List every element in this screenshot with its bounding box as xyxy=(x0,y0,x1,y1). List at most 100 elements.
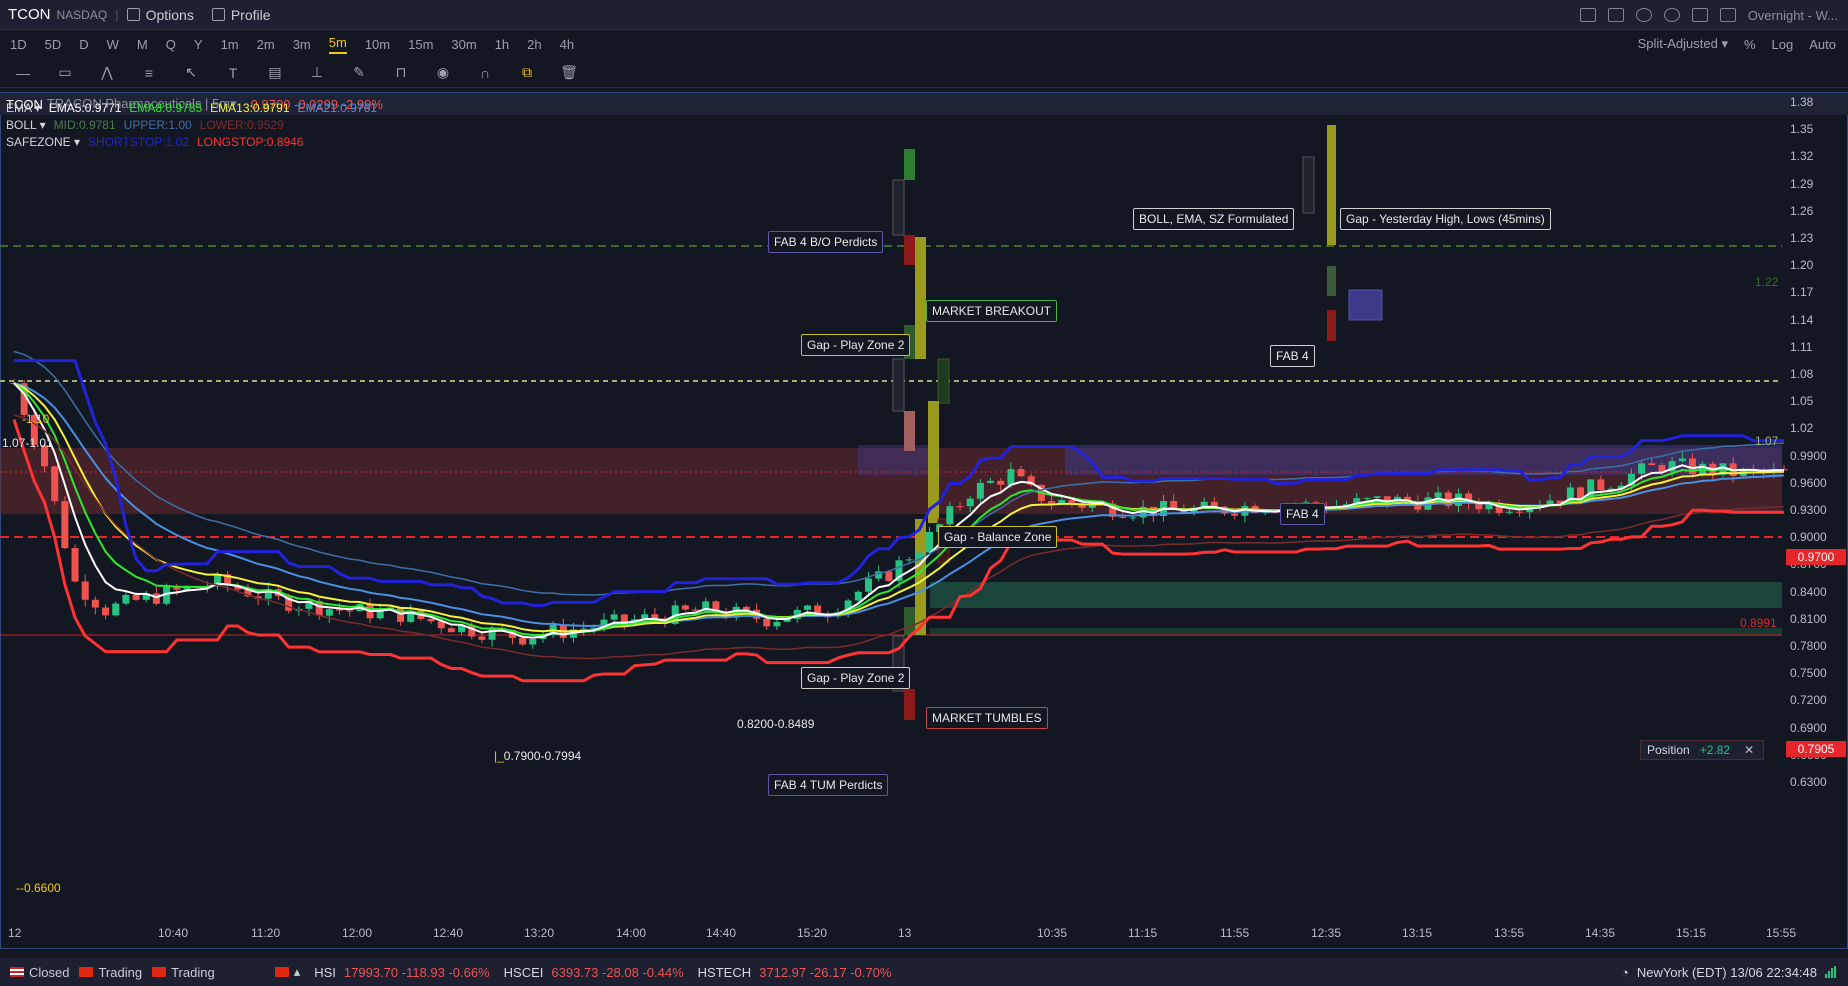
pattern-tool-icon[interactable]: ⋀ xyxy=(96,64,118,81)
interval-1m[interactable]: 1m xyxy=(221,37,239,52)
interval-4h[interactable]: 4h xyxy=(560,37,574,52)
session-selector[interactable]: Overnight - W... xyxy=(1748,8,1838,23)
index-hsi[interactable]: HSI 17993.70 -118.93 -0.66% xyxy=(314,965,489,980)
magnet-icon[interactable]: ∩ xyxy=(474,65,496,81)
hk-flag-icon xyxy=(79,967,94,977)
indicator-name-ema[interactable]: EMA ▾ xyxy=(6,101,41,115)
screenshot-icon[interactable] xyxy=(1579,8,1596,22)
market-hk[interactable]: Trading xyxy=(79,965,142,980)
interval-5m[interactable]: 5m xyxy=(328,35,347,54)
candle-body xyxy=(610,614,618,620)
indicator-name-boll[interactable]: BOLL ▾ xyxy=(6,118,46,132)
cursor-tool-icon[interactable]: ↖ xyxy=(180,64,202,81)
market-us[interactable]: Closed xyxy=(10,965,69,980)
annotation-gap-balance-zone[interactable]: Gap - Balance Zone xyxy=(938,526,1058,548)
lock-icon[interactable]: ⊓ xyxy=(390,64,412,81)
price-chart[interactable] xyxy=(0,115,1848,949)
interval-2m[interactable]: 2m xyxy=(257,37,275,52)
close-icon[interactable]: ✕ xyxy=(1744,743,1754,757)
draw-icon[interactable] xyxy=(1607,8,1624,22)
annotation-gap-play-zone-bottom[interactable]: Gap - Play Zone 2 xyxy=(801,667,911,689)
candle-body xyxy=(1678,458,1686,462)
pencil-icon[interactable]: ✎ xyxy=(348,64,370,81)
price-tick: 0.6900 xyxy=(1790,720,1827,735)
annotation-market-tumbles[interactable]: MARKET TUMBLES xyxy=(926,707,1048,729)
indicator-name-safezone[interactable]: SAFEZONE ▾ xyxy=(6,135,80,149)
annotation-fab4-tum[interactable]: FAB 4 TUM Perdicts xyxy=(768,774,889,796)
trash-icon[interactable]: 🗑 xyxy=(558,64,580,81)
fullscreen-icon[interactable] xyxy=(1691,8,1708,22)
boll-legend[interactable]: BOLL ▾ MID:0.9781 UPPER:1.00 LOWER:0.9529 xyxy=(6,118,284,132)
interval-Q[interactable]: Q xyxy=(166,37,176,52)
annotation-gap-play-zone-top[interactable]: Gap - Play Zone 2 xyxy=(801,334,911,356)
link-icon[interactable]: ⧉ xyxy=(516,64,538,81)
indicator-value: UPPER:1.00 xyxy=(123,118,192,132)
interval-W[interactable]: W xyxy=(107,37,119,52)
options-menu[interactable]: Options xyxy=(126,7,194,23)
indicator-value: EMA5:0.9771 xyxy=(48,101,122,115)
price-tick: 1.23 xyxy=(1790,231,1814,245)
refresh-icon[interactable] xyxy=(1635,8,1652,22)
playzone-bar-green-2 xyxy=(937,358,950,404)
interval-Y[interactable]: Y xyxy=(194,37,203,52)
percent-toggle[interactable]: % xyxy=(1744,37,1756,52)
interval-5D[interactable]: 5D xyxy=(45,37,62,52)
clock-text: NewYork (EDT) 13/06 22:34:48 xyxy=(1636,964,1817,980)
candle-body xyxy=(1434,492,1442,498)
log-toggle[interactable]: Log xyxy=(1772,37,1794,52)
annotation-tool-icon[interactable]: ▤ xyxy=(264,64,286,81)
interval-M[interactable]: M xyxy=(137,37,148,52)
support-zone xyxy=(930,582,1782,608)
price-label-0.8200-0.8489: 0.8200-0.8489 xyxy=(737,717,815,731)
index-hscei[interactable]: HSCEI 6393.73 -28.08 -0.44% xyxy=(504,965,684,980)
position-box[interactable]: Position +2.82 ✕ xyxy=(1640,740,1764,760)
index-selector[interactable]: ▴ xyxy=(274,964,300,980)
interval-10m[interactable]: 10m xyxy=(365,37,390,52)
interval-D[interactable]: D xyxy=(79,37,88,52)
candle-body xyxy=(152,593,160,604)
annotation-boll-ema-sz[interactable]: BOLL, EMA, SZ Formulated xyxy=(1133,208,1295,230)
candle-body xyxy=(885,571,893,581)
price-axis[interactable]: 1.38 1.35 1.32 1.29 1.26 1.23 1.20 1.17 1.14 1.11… xyxy=(1782,95,1848,949)
annotation-fab4-bo[interactable]: FAB 4 B/O Perdicts xyxy=(768,231,884,253)
annotation-fab4-zone[interactable]: FAB 4 xyxy=(1280,503,1325,525)
annotation-fab4-small[interactable]: FAB 4 xyxy=(1270,345,1315,367)
time-tick: 12:00 xyxy=(342,926,373,940)
ema-legend[interactable]: EMA ▾ EMA5:0.9771 EMA8:0.9785 EMA13:0.9791 E… xyxy=(6,101,377,115)
interval-1h[interactable]: 1h xyxy=(495,37,509,52)
interval-2h[interactable]: 2h xyxy=(527,37,541,52)
rectangle-tool-icon[interactable]: ▭ xyxy=(54,64,76,81)
candle-body xyxy=(1638,463,1646,474)
split-adjusted-dropdown[interactable]: Split-Adjusted ▾ xyxy=(1638,36,1728,52)
price-tick: 0.9900 xyxy=(1790,448,1827,463)
price-tick: 1.35 xyxy=(1790,122,1814,137)
market-cn[interactable]: Trading xyxy=(152,965,215,980)
measure-tool-icon[interactable]: ⊥ xyxy=(306,64,328,81)
profile-menu[interactable]: Profile xyxy=(211,7,271,23)
interval-3m[interactable]: 3m xyxy=(293,37,311,52)
interval-15m[interactable]: 15m xyxy=(408,37,433,52)
auto-toggle[interactable]: Auto xyxy=(1809,37,1836,52)
index-hstech[interactable]: HSTECH 3712.97 -26.17 -0.70% xyxy=(698,965,892,980)
annotation-market-breakout[interactable]: MARKET BREAKOUT xyxy=(926,300,1058,322)
line-tool-icon[interactable]: — xyxy=(12,65,34,81)
profile-icon xyxy=(211,8,225,21)
settings-icon[interactable] xyxy=(1663,8,1680,22)
annotation-gap-yesterday[interactable]: Gap - Yesterday High, Lows (45mins) xyxy=(1340,208,1551,230)
position-value: +2.82 xyxy=(1699,743,1731,757)
candle-body xyxy=(1505,511,1513,513)
breakout-bar-green xyxy=(904,149,915,180)
fib-tool-icon[interactable]: ≡ xyxy=(138,65,160,81)
layout-icon[interactable] xyxy=(1719,8,1736,22)
time-tick: 15:15 xyxy=(1676,926,1707,940)
candle-body xyxy=(976,482,984,499)
symbol-title[interactable]: TCON xyxy=(8,6,51,23)
balance-zone-left xyxy=(858,445,938,475)
text-tool-icon[interactable]: T xyxy=(222,65,244,81)
interval-1D[interactable]: 1D xyxy=(10,37,27,52)
safezone-legend[interactable]: SAFEZONE ▾ SHORTSTOP:1.02 LONGSTOP:0.8946 xyxy=(6,135,303,149)
indicator-value: LONGSTOP:0.8946 xyxy=(196,135,304,149)
eye-icon[interactable]: ◉ xyxy=(432,64,454,81)
interval-30m[interactable]: 30m xyxy=(451,37,476,52)
price-chart-svg[interactable] xyxy=(0,115,1848,949)
